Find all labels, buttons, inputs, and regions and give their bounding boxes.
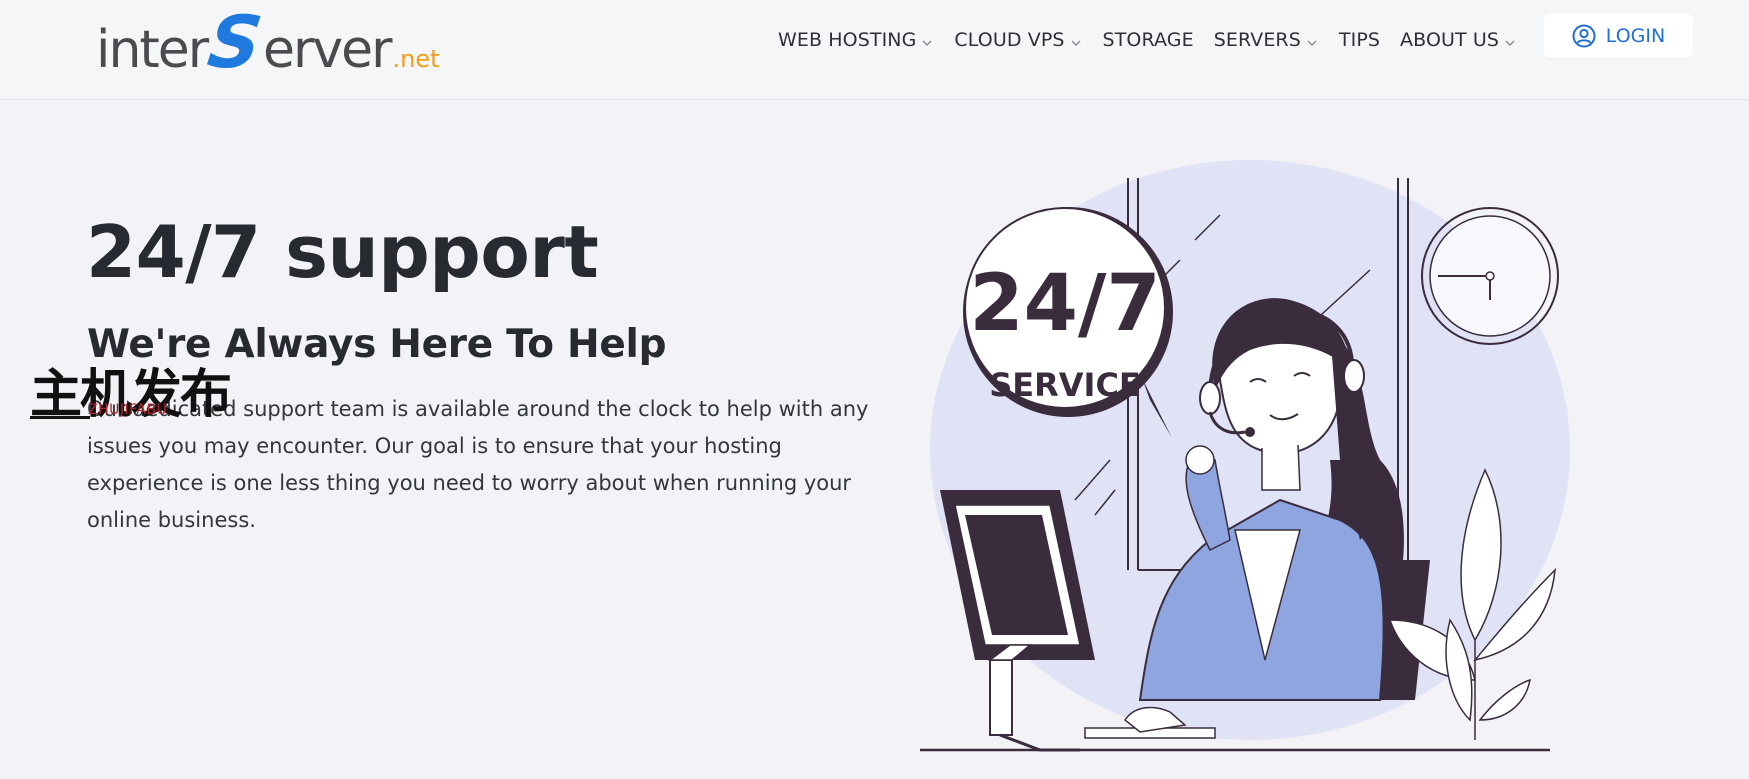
nav-about-us[interactable]: ABOUT US [1400, 29, 1517, 51]
nav-label: CLOUD VPS [954, 29, 1065, 51]
agent-hand [1185, 445, 1215, 475]
nav-label: SERVERS [1213, 29, 1301, 51]
watermark-latin-text: ZHUJIFABU [88, 402, 168, 418]
nav-cloud-vps[interactable]: CLOUD VPS [954, 29, 1082, 51]
chevron-down-icon [1069, 33, 1083, 47]
nav-web-hosting[interactable]: WEB HOSTING [778, 29, 934, 51]
page-title: 24/7 support [86, 210, 599, 294]
login-label: LOGIN [1605, 25, 1666, 47]
chevron-down-icon [1503, 33, 1517, 47]
support-agent-illustration: 24/7 SERVICE [920, 160, 1570, 752]
logo-suffix: erver [263, 20, 393, 80]
nav-servers[interactable]: SERVERS [1214, 29, 1319, 51]
user-circle-icon [1572, 24, 1596, 48]
watermark-underline [30, 416, 90, 419]
nav-label: ABOUT US [1400, 29, 1500, 51]
nav-label: TIPS [1338, 29, 1381, 51]
wall-clock-icon [1421, 207, 1559, 345]
logo-tld: .net [392, 45, 440, 73]
login-button[interactable]: LOGIN [1544, 14, 1693, 58]
nav-tips[interactable]: TIPS [1339, 29, 1380, 51]
badge-247: 24/7 [969, 259, 1160, 349]
nav-storage[interactable]: STORAGE [1103, 29, 1194, 51]
nav-label: STORAGE [1102, 29, 1194, 51]
logo-s: S [203, 0, 267, 84]
chevron-down-icon [1305, 33, 1319, 47]
main-nav: WEB HOSTING CLOUD VPS STORAGE SERVERS TI… [778, 26, 1537, 54]
badge-service: SERVICE [989, 366, 1141, 404]
watermark: 主机发布 ZHUJIFABU [30, 352, 240, 427]
logo-prefix: inter [96, 20, 209, 80]
nav-label: WEB HOSTING [778, 29, 917, 51]
interserver-logo[interactable]: inter S erver .net [96, 0, 440, 84]
chevron-down-icon [920, 33, 934, 47]
site-header: inter S erver .net WEB HOSTING CLOUD VPS… [0, 0, 1749, 100]
